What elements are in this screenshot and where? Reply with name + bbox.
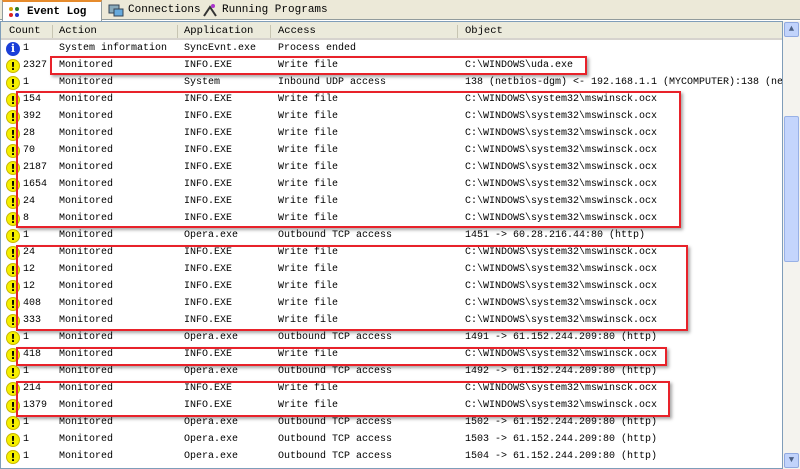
event-log-icon: [7, 5, 23, 19]
cell-app: Opera.exe: [184, 417, 239, 428]
cell-access: Outbound TCP access: [278, 230, 393, 241]
cell-object: 1491 -> 61.152.244.209:80 (http): [465, 332, 658, 343]
cell-count: 1: [23, 417, 30, 428]
cell-count: 1: [23, 451, 30, 462]
warning-icon: !: [6, 331, 20, 345]
cell-access: Process ended: [278, 43, 357, 54]
cell-object: 1504 -> 61.152.244.209:80 (http): [465, 451, 658, 462]
table-row[interactable]: ! 1 Monitored Opera.exe Outbound TCP access 1…: [1, 364, 782, 381]
warning-icon: !: [6, 450, 20, 464]
cell-count: 1: [23, 366, 30, 377]
table-row[interactable]: ! 1 Monitored Opera.exe Outbound TCP access 1…: [1, 330, 782, 347]
warning-icon: !: [6, 416, 20, 430]
cell-count: 1: [23, 332, 30, 343]
column-action[interactable]: Action: [59, 25, 97, 37]
highlight-box: [50, 56, 587, 75]
scroll-up-button[interactable]: ▲: [784, 22, 799, 37]
cell-count: 1: [23, 77, 30, 88]
warning-icon: !: [6, 76, 20, 90]
cell-app: Opera.exe: [184, 434, 239, 445]
cell-app: Opera.exe: [184, 332, 239, 343]
cell-object: 1451 -> 60.28.216.44:80 (http): [465, 230, 646, 241]
tab-label: Running Programs: [222, 4, 328, 16]
cell-access: Outbound TCP access: [278, 366, 393, 377]
cell-count: 1: [23, 230, 30, 241]
column-divider[interactable]: [177, 25, 178, 38]
event-log-list[interactable]: Count Action Application Access Object i…: [0, 21, 783, 469]
cell-action: Monitored: [59, 230, 114, 241]
cell-access: Inbound UDP access: [278, 77, 387, 88]
tab-event-log[interactable]: Event Log: [2, 0, 102, 21]
cell-action: Monitored: [59, 77, 114, 88]
cell-action: Monitored: [59, 451, 114, 462]
info-icon: i: [6, 42, 20, 56]
warning-icon: !: [6, 433, 20, 447]
cell-object: 1503 -> 61.152.244.209:80 (http): [465, 434, 658, 445]
column-divider[interactable]: [52, 25, 53, 38]
column-count[interactable]: Count: [9, 25, 41, 37]
cell-action: Monitored: [59, 434, 114, 445]
cell-action: Monitored: [59, 366, 114, 377]
cell-action: Monitored: [59, 417, 114, 428]
table-row[interactable]: ! 1 Monitored Opera.exe Outbound TCP access 1…: [1, 449, 782, 466]
cell-app: System: [184, 77, 221, 88]
tab-running-programs[interactable]: Running Programs: [198, 0, 332, 20]
tab-label: Connections: [128, 4, 201, 16]
scroll-thumb[interactable]: [784, 116, 799, 262]
vertical-scrollbar[interactable]: ▲ ▼: [783, 21, 800, 469]
tab-connections[interactable]: Connections: [104, 0, 205, 20]
table-row[interactable]: ! 1 Monitored Opera.exe Outbound TCP access 1…: [1, 432, 782, 449]
cell-app: Opera.exe: [184, 230, 239, 241]
scroll-down-button[interactable]: ▼: [784, 453, 799, 468]
connections-icon: [108, 3, 124, 17]
column-header: Count Action Application Access Object: [1, 22, 782, 40]
cell-access: Outbound TCP access: [278, 332, 393, 343]
running-programs-icon: [202, 3, 218, 17]
warning-icon: !: [6, 59, 20, 73]
table-row[interactable]: ! 1 Monitored System Inbound UDP access 138 (…: [1, 75, 783, 92]
cell-access: Outbound TCP access: [278, 434, 393, 445]
cell-action: Monitored: [59, 332, 114, 343]
column-application[interactable]: Application: [184, 25, 253, 37]
cell-count: 1: [23, 43, 30, 54]
cell-action: System information: [59, 43, 168, 54]
tab-bar: Event Log Connections Running Programs: [0, 0, 800, 21]
highlight-box: [16, 245, 688, 331]
column-access[interactable]: Access: [278, 25, 316, 37]
cell-access: Outbound TCP access: [278, 451, 393, 462]
column-object[interactable]: Object: [465, 25, 503, 37]
highlight-box: [16, 381, 670, 417]
cell-count: 1: [23, 434, 30, 445]
column-divider[interactable]: [270, 25, 271, 38]
table-row[interactable]: ! 1 Monitored Opera.exe Outbound TCP access 1…: [1, 415, 782, 432]
cell-object: 1502 -> 61.152.244.209:80 (http): [465, 417, 658, 428]
cell-object: 138 (netbios-dgm) <- 192.168.1.1 (MYCOMP…: [465, 77, 783, 88]
highlight-box: [16, 347, 667, 366]
highlight-box: [16, 91, 681, 228]
table-row[interactable]: ! 1 Monitored Opera.exe Outbound TCP access 1…: [1, 228, 782, 245]
column-divider[interactable]: [457, 25, 458, 38]
cell-app: Opera.exe: [184, 451, 239, 462]
cell-app: Opera.exe: [184, 366, 239, 377]
warning-icon: !: [6, 365, 20, 379]
warning-icon: !: [6, 229, 20, 243]
tab-label: Event Log: [27, 5, 87, 18]
cell-app: SyncEvnt.exe: [184, 43, 257, 54]
cell-access: Outbound TCP access: [278, 417, 393, 428]
cell-count: 2327: [23, 60, 48, 71]
cell-object: 1492 -> 61.152.244.209:80 (http): [465, 366, 658, 377]
